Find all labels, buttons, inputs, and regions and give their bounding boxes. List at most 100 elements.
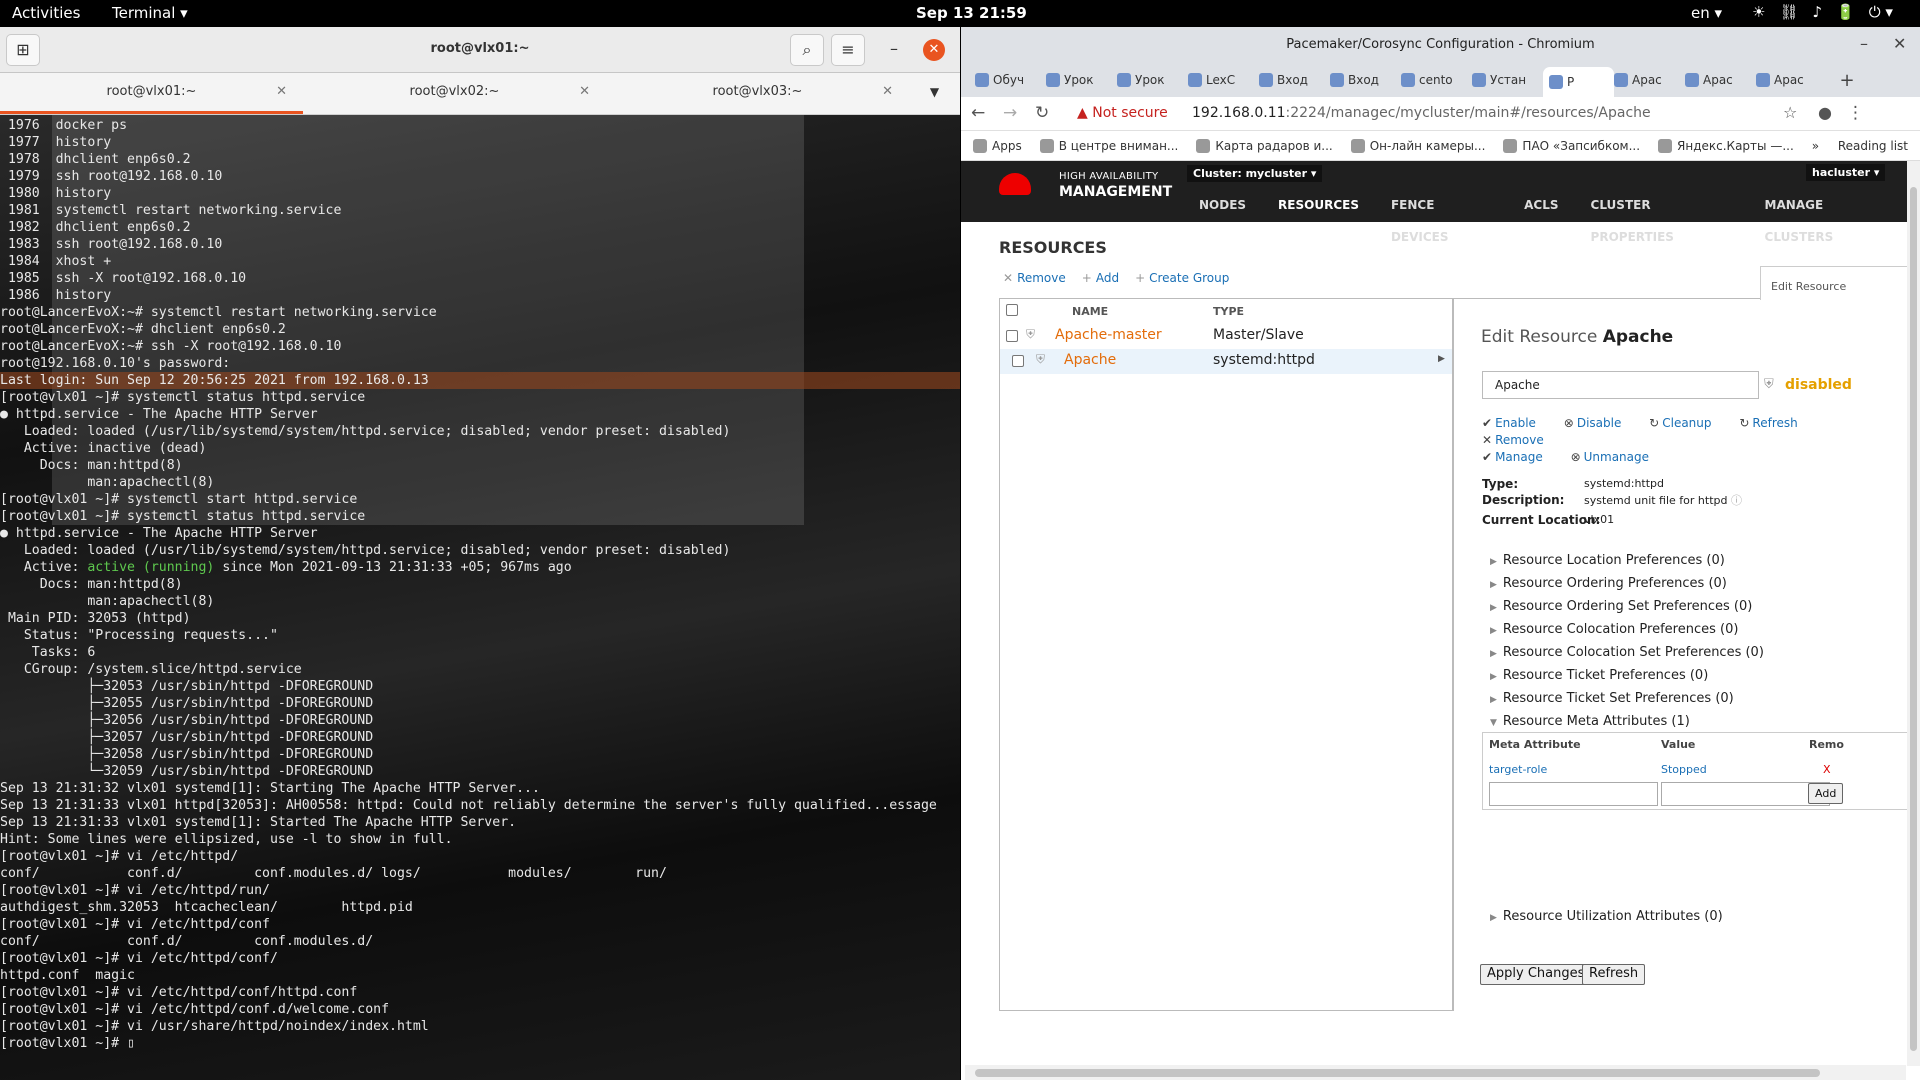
cleanup-button[interactable]: ↻ Cleanup (1649, 416, 1723, 430)
browser-tab[interactable]: Apac (1756, 73, 1827, 87)
horizontal-scrollbar[interactable] (965, 1065, 1906, 1080)
terminal-output[interactable]: 1976 docker ps 1977 history 1978 dhclien… (0, 115, 960, 1080)
pref-ordering-set[interactable]: ▶ Resource Ordering Set Preferences (0) (1490, 599, 1752, 614)
forward-icon[interactable]: → (1003, 103, 1017, 123)
favicon-icon (1330, 73, 1344, 87)
kebab-menu-icon[interactable]: ⋮ (1847, 103, 1864, 123)
terminal-tab[interactable]: root@vlx03:~ ✕ (606, 73, 909, 114)
menu-button[interactable]: ≡ (831, 34, 865, 66)
edit-resource-tab[interactable]: Edit Resource (1760, 266, 1907, 300)
activities-button[interactable]: Activities (12, 4, 80, 22)
bookmark-item[interactable]: В центре вниман... (1039, 138, 1178, 153)
shield-icon: ⛨ (1026, 327, 1036, 341)
meta-remove-x[interactable]: X (1823, 763, 1831, 776)
cluster-selector[interactable]: Cluster: mycluster ▾ (1187, 165, 1323, 182)
x-circle-icon: ⊗ (1563, 416, 1574, 430)
close-tab-icon[interactable]: ✕ (579, 73, 590, 111)
browser-tab[interactable]: Обуч (975, 73, 1046, 87)
description-text: systemd unit file for httpd (1584, 494, 1728, 507)
keyboard-layout[interactable]: en ▾ (1691, 4, 1722, 22)
unmanage-button[interactable]: ⊗ Unmanage (1571, 450, 1661, 464)
browser-tab[interactable]: Вход (1330, 73, 1401, 87)
new-meta-value-input[interactable] (1661, 782, 1830, 806)
terminal-header: ⊞ root@vlx01:~ ⌕ ≡ – ✕ (0, 27, 960, 73)
brightness-icon: ☀ (1752, 3, 1766, 21)
browser-tab[interactable]: LexC (1188, 73, 1259, 87)
resource-name[interactable]: Apache-master (1055, 327, 1162, 343)
pref-ordering[interactable]: ▶ Resource Ordering Preferences (0) (1490, 576, 1727, 591)
select-all-checkbox[interactable] (1006, 304, 1018, 316)
user-menu[interactable]: hacluster ▾ (1806, 164, 1886, 181)
back-icon[interactable]: ← (971, 103, 985, 123)
minimize-icon[interactable]: – (1860, 34, 1868, 53)
bookmark-item[interactable]: ПАО «Запсибком... (1503, 138, 1640, 153)
browser-tab[interactable]: Apac (1685, 73, 1756, 87)
minimize-button[interactable]: – (877, 34, 911, 66)
browser-tab[interactable]: Устан (1472, 73, 1543, 87)
pref-ticket-set[interactable]: ▶ Resource Ticket Set Preferences (0) (1490, 691, 1734, 706)
scroll-thumb[interactable] (1910, 187, 1917, 1051)
pref-ticket[interactable]: ▶ Resource Ticket Preferences (0) (1490, 668, 1708, 683)
resource-id-field[interactable]: Apache (1482, 371, 1759, 399)
not-secure-badge[interactable]: ▲ Not secure (1077, 105, 1168, 121)
tabs-dropdown-icon[interactable]: ▼ (909, 73, 960, 114)
reload-icon[interactable]: ↻ (1035, 103, 1049, 123)
app-menu[interactable]: Terminal ▾ (112, 4, 188, 22)
enable-button[interactable]: ✔ Enable (1482, 416, 1548, 430)
refresh-button[interactable]: ↻ Refresh (1739, 416, 1809, 430)
info-icon[interactable]: ⓘ (1731, 494, 1742, 507)
row-checkbox[interactable] (1006, 330, 1018, 342)
address-bar[interactable]: 192.168.0.11:2224/managec/mycluster/main… (1192, 105, 1651, 121)
pref-meta-attributes[interactable]: ▼ Resource Meta Attributes (1) (1490, 714, 1690, 729)
meta-attr-name: target-role (1489, 763, 1548, 776)
refresh-form-button[interactable]: Refresh (1582, 964, 1646, 985)
new-tab-icon[interactable]: + (1827, 70, 1867, 91)
terminal-line: [root@vlx01 ~]# vi /etc/httpd/conf (0, 917, 270, 932)
browser-tab[interactable]: Урок (1046, 73, 1117, 87)
star-icon[interactable]: ☆ (1783, 103, 1797, 122)
row-checkbox[interactable] (1012, 355, 1024, 367)
browser-tab[interactable]: P (1543, 67, 1614, 97)
browser-tab[interactable]: Урок (1117, 73, 1188, 87)
create-group-button[interactable]: + Create Group (1135, 271, 1229, 285)
bookmark-item[interactable]: Карта радаров и... (1196, 138, 1333, 153)
scroll-thumb[interactable] (975, 1069, 1820, 1077)
terminal-tab[interactable]: root@vlx02:~ ✕ (303, 73, 606, 114)
favicon-icon (1549, 75, 1563, 89)
close-button[interactable]: ✕ (923, 39, 945, 61)
manage-button[interactable]: ✔ Manage (1482, 450, 1555, 464)
apply-changes-button[interactable]: Apply Changes (1480, 964, 1592, 985)
clock[interactable]: Sep 13 21:59 (916, 4, 1027, 22)
add-resource-button[interactable]: + Add (1082, 271, 1119, 285)
resource-row-selected[interactable]: ⛨ Apache systemd:httpd ▶ (1000, 349, 1452, 374)
terminal-tab[interactable]: root@vlx01:~ ✕ (0, 73, 303, 114)
bookmark-item[interactable]: Яндекс.Карты —... (1658, 138, 1794, 153)
close-tab-icon[interactable]: ✕ (276, 73, 287, 111)
resource-name[interactable]: Apache (1064, 352, 1116, 368)
resource-row[interactable]: ⛨ Apache-master Master/Slave (1000, 324, 1452, 349)
pref-colocation-set[interactable]: ▶ Resource Colocation Set Preferences (0) (1490, 645, 1764, 660)
pref-location[interactable]: ▶ Resource Location Preferences (0) (1490, 553, 1725, 568)
remove-button[interactable]: ✕ Remove (1482, 433, 1556, 447)
profile-icon[interactable]: ● (1818, 103, 1832, 122)
browser-tab[interactable]: Вход (1259, 73, 1330, 87)
close-tab-icon[interactable]: ✕ (882, 73, 893, 111)
bookmark-item[interactable]: Он-лайн камеры... (1350, 138, 1485, 153)
disable-button[interactable]: ⊗ Disable (1564, 416, 1634, 430)
system-tray[interactable]: ☀ ⛓ ♪ 🔋 ⏻ ▾ (1752, 3, 1893, 21)
close-icon[interactable]: ✕ (1893, 34, 1906, 53)
pref-colocation[interactable]: ▶ Resource Colocation Preferences (0) (1490, 622, 1738, 637)
search-button[interactable]: ⌕ (790, 34, 824, 66)
browser-tab[interactable]: Apac (1614, 73, 1685, 87)
bookmarks-overflow[interactable]: » (1812, 139, 1819, 153)
new-meta-attr-input[interactable] (1489, 782, 1658, 806)
pref-utilization[interactable]: ▶ Resource Utilization Attributes (0) (1490, 909, 1723, 924)
terminal-line: conf/ conf.d/ conf.modules.d/ (0, 934, 374, 949)
reading-list-button[interactable]: Reading list (1838, 139, 1908, 153)
bookmark-item[interactable]: Apps (973, 138, 1022, 153)
browser-tab[interactable]: cento (1401, 73, 1472, 87)
terminal-line: Docs: man:httpd(8) (0, 458, 183, 473)
vertical-scrollbar[interactable] (1907, 161, 1920, 1066)
remove-resource-button[interactable]: ✕ Remove (1003, 271, 1066, 285)
add-meta-button[interactable]: Add (1808, 783, 1844, 804)
